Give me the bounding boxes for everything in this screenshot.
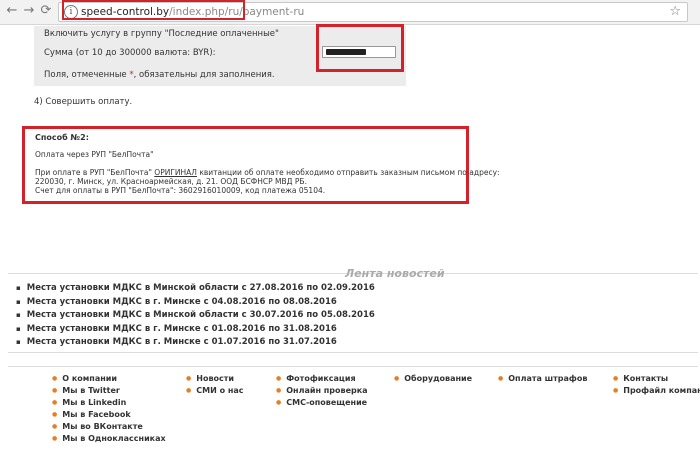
news-item[interactable]: Места установки МДКС в г. Минске с 04.08… [16, 296, 375, 310]
service-group-label: Включить услугу в группу "Последние опла… [44, 29, 279, 39]
footer-link[interactable]: Мы в Linkedin [52, 397, 166, 409]
footer-link[interactable]: Мы в Twitter [52, 385, 166, 397]
footer-col-social: О компании Мы в Twitter Мы в Linkedin Мы… [52, 373, 166, 445]
news-list: Места установки МДКС в Минской области с… [16, 282, 375, 350]
footer-link[interactable]: Фотофиксация [276, 373, 368, 385]
forward-icon[interactable]: → [21, 3, 37, 19]
masked-value [326, 49, 366, 55]
method-title: Способ №2: [35, 133, 89, 142]
payment-method-2: Способ №2: Оплата через РУП "БелПочта" П… [22, 126, 500, 204]
footer-link[interactable]: Оплата штрафов [498, 373, 587, 385]
footer-col-equipment: Оборудование [394, 373, 472, 385]
back-icon[interactable]: ← [4, 3, 20, 19]
news-item[interactable]: Места установки МДКС в г. Минске с 01.08… [16, 323, 375, 337]
sum-input[interactable] [322, 46, 396, 58]
sum-label: Сумма (от 10 до 300000 валюта: BYR): [44, 48, 216, 58]
footer-col-news: Новости СМИ о нас [186, 373, 244, 397]
url-highlight-box [62, 0, 245, 20]
method-address: 220030, г. Минск, ул. Красноармейская, д… [35, 177, 307, 186]
news-title: Лента новостей [345, 267, 445, 280]
footer-col-services: Фотофиксация Онлайн проверка СМС-оповеще… [276, 373, 368, 409]
method-line-2: При оплате в РУП "БелПочта" ОРИГИНАЛ кви… [35, 168, 500, 177]
method-account: Счет для оплаты в РУП "БелПочта": 360291… [35, 186, 326, 195]
footer-col-fines: Оплата штрафов [498, 373, 587, 385]
news-item[interactable]: Места установки МДКС в г. Минске с 01.07… [16, 336, 375, 350]
divider [8, 366, 698, 367]
footer-link[interactable]: Профайл компании [613, 385, 700, 397]
footer-link[interactable]: Мы в Facebook [52, 409, 166, 421]
footer-link[interactable]: СМС-оповещение [276, 397, 368, 409]
news-item[interactable]: Места установки МДКС в Минской области с… [16, 309, 375, 323]
footer-link[interactable]: Мы во ВКонтакте [52, 421, 166, 433]
divider [8, 352, 698, 353]
footer-link[interactable]: Онлайн проверка [276, 385, 367, 397]
bookmark-star-icon[interactable]: ☆ [669, 4, 681, 19]
footer-link[interactable]: О компании [52, 373, 166, 385]
footer-col-contacts: Контакты Профайл компании [613, 373, 700, 397]
reload-icon[interactable]: ⟳ [38, 3, 54, 19]
footer-link[interactable]: Мы в Одноклассниках [52, 433, 165, 445]
method-line-1: Оплата через РУП "БелПочта" [35, 150, 154, 159]
news-item[interactable]: Места установки МДКС в Минской области с… [16, 282, 375, 296]
footer-link[interactable]: СМИ о нас [186, 385, 243, 397]
footer-link[interactable]: Контакты [613, 373, 700, 385]
footer-link[interactable]: Оборудование [394, 373, 472, 385]
required-note: Поля, отмеченные *, обязательны для запо… [44, 70, 275, 80]
browser-toolbar: ← → ⟳ i speed-control.by/index.php/ru/pa… [0, 0, 700, 25]
step-4-text: 4) Совершить оплату. [34, 97, 133, 107]
footer-link[interactable]: Новости [186, 373, 244, 385]
